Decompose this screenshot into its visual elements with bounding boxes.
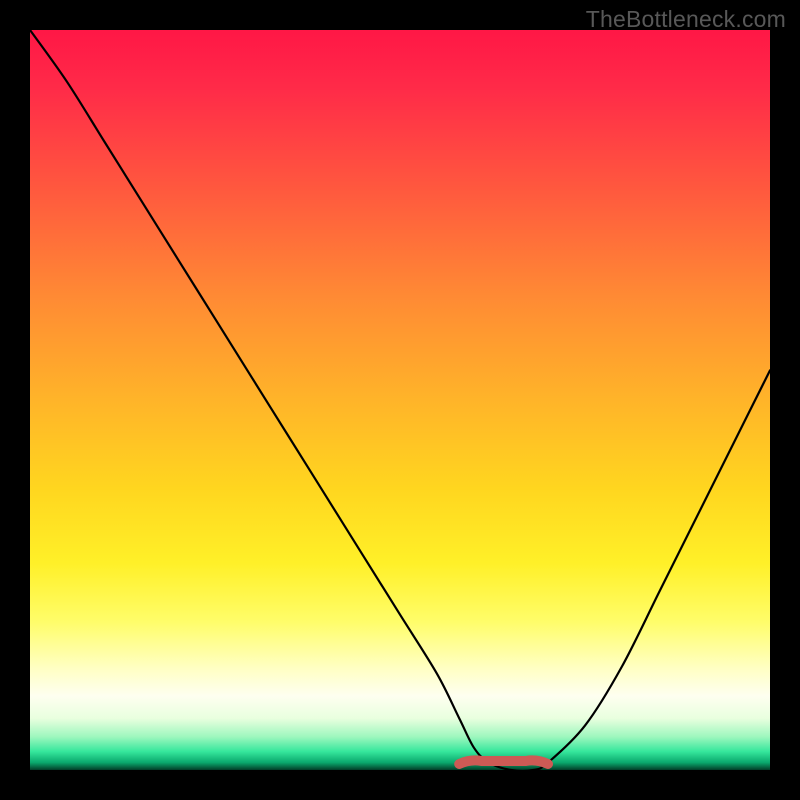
bottleneck-curve-line bbox=[30, 30, 770, 770]
watermark-text: TheBottleneck.com bbox=[586, 6, 786, 33]
chart-frame: TheBottleneck.com bbox=[0, 0, 800, 800]
optimal-range-band bbox=[459, 760, 548, 764]
bottleneck-curve-svg bbox=[30, 30, 770, 770]
plot-area bbox=[30, 30, 770, 770]
